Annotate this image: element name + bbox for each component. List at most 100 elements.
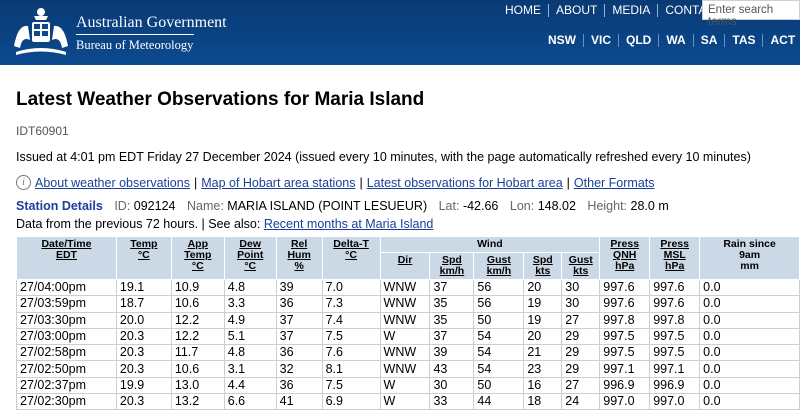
cell-gust-kts: 24 xyxy=(561,393,601,411)
cell-rel-hum: 36 xyxy=(275,295,323,313)
search-input[interactable]: Enter search terms xyxy=(702,0,800,28)
nav-home[interactable]: HOME xyxy=(498,4,549,17)
height-label: Height: xyxy=(587,199,628,213)
cell-datetime: 27/03:59pm xyxy=(16,295,117,313)
cell-dew-point: 3.3 xyxy=(223,295,277,313)
state-qld[interactable]: QLD xyxy=(619,34,660,47)
state-act[interactable]: ACT xyxy=(763,34,800,47)
col-press-qnh[interactable]: Press QNH hPa xyxy=(599,236,651,280)
cell-app-temp: 13.2 xyxy=(170,393,225,411)
cell-delta-t: 7.6 xyxy=(321,344,381,362)
separator: | xyxy=(359,175,363,190)
cell-gust-kts: 27 xyxy=(561,311,601,329)
cell-datetime: 27/04:00pm xyxy=(16,278,117,297)
cell-wind-dir: WNW xyxy=(379,295,431,313)
cell-press-qnh: 997.5 xyxy=(599,344,651,362)
cell-app-temp: 13.0 xyxy=(170,376,225,395)
col-temp[interactable]: Temp °C xyxy=(115,236,172,280)
state-wa[interactable]: WA xyxy=(659,34,694,47)
col-dew-point[interactable]: Dew Point °C xyxy=(223,236,277,280)
cell-dew-point: 6.6 xyxy=(223,393,277,411)
cell-press-qnh: 997.5 xyxy=(599,327,651,346)
table-row: 27/03:30pm 20.0 12.2 4.9 37 7.4 WNW 35 50 19 27 997… xyxy=(16,311,800,329)
cell-app-temp: 12.2 xyxy=(170,327,225,346)
cell-spd-kts: 20 xyxy=(523,278,563,297)
cell-rain: 0.0 xyxy=(699,327,800,346)
col-rel-hum[interactable]: Rel Hum% xyxy=(275,236,323,280)
col-wind-gust-kts[interactable]: Gust kts xyxy=(561,252,601,280)
cell-press-msl: 996.9 xyxy=(649,376,701,395)
state-vic[interactable]: VIC xyxy=(584,34,620,47)
issued-text: Issued at 4:01 pm EDT Friday 27 December… xyxy=(16,150,751,164)
table-row: 27/02:50pm 20.3 10.6 3.1 32 8.1 WNW 43 54 23 29 997… xyxy=(16,360,800,378)
col-datetime[interactable]: Date/Time EDT xyxy=(16,236,117,280)
state-sa[interactable]: SA xyxy=(694,34,726,47)
cell-rel-hum: 39 xyxy=(275,278,323,297)
link-hobart-observations[interactable]: Latest observations for Hobart area xyxy=(367,176,563,190)
col-wind-spd-kmh[interactable]: Spd km/h xyxy=(429,252,475,280)
nav-about[interactable]: ABOUT xyxy=(549,4,606,17)
state-tas[interactable]: TAS xyxy=(725,34,764,47)
table-row: 27/02:37pm 19.9 13.0 4.4 36 7.5 W 30 50 16 27 996.9… xyxy=(16,376,800,395)
observations-table: Date/Time EDT Temp °C App Temp °C Dew Point °C… xyxy=(16,236,800,411)
cell-spd-kts: 18 xyxy=(523,393,563,411)
cell-rain: 0.0 xyxy=(699,295,800,313)
cell-datetime: 27/02:37pm xyxy=(16,376,117,395)
cell-rain: 0.0 xyxy=(699,344,800,362)
separator: | xyxy=(566,175,570,190)
link-about-observations[interactable]: About weather observations xyxy=(35,176,190,190)
station-id: 092124 xyxy=(133,199,176,213)
cell-rel-hum: 36 xyxy=(275,376,323,395)
cell-rel-hum: 36 xyxy=(275,344,323,362)
link-other-formats[interactable]: Other Formats xyxy=(574,176,655,190)
lon-label: Lon: xyxy=(509,199,535,213)
cell-wind-dir: W xyxy=(379,376,431,395)
cell-rel-hum: 37 xyxy=(275,327,323,346)
col-app-temp[interactable]: App Temp °C xyxy=(170,236,225,280)
cell-rel-hum: 32 xyxy=(275,360,323,378)
cell-press-msl: 997.1 xyxy=(649,360,701,378)
cell-rain: 0.0 xyxy=(699,360,800,378)
station-details: Station Details ID: 092124 Name: MARIA I… xyxy=(16,199,677,213)
table-row: 27/03:00pm 20.3 12.2 5.1 37 7.5 W 37 54 20 29 997.5… xyxy=(16,327,800,346)
cell-press-msl: 997.8 xyxy=(649,311,701,329)
col-press-msl[interactable]: Press MSL hPa xyxy=(649,236,701,280)
cell-temp: 20.3 xyxy=(115,344,172,362)
agency-name[interactable]: Bureau of Meteorology xyxy=(76,38,193,53)
cell-rel-hum: 41 xyxy=(275,393,323,411)
nav-media[interactable]: MEDIA xyxy=(605,4,659,17)
col-wind-gust-kmh[interactable]: Gust km/h xyxy=(473,252,525,280)
table-row: 27/02:30pm 20.3 13.2 6.6 41 6.9 W 33 44 18 24 997.0… xyxy=(16,393,800,411)
cell-press-qnh: 997.6 xyxy=(599,278,651,297)
table-row: 27/03:59pm 18.7 10.6 3.3 36 7.3 WNW 35 56 19 30 997… xyxy=(16,295,800,313)
link-recent-months[interactable]: Recent months at Maria Island xyxy=(264,217,434,231)
cell-press-qnh: 997.0 xyxy=(599,393,651,411)
col-delta-t[interactable]: Delta-T °C xyxy=(321,236,381,280)
link-hobart-map[interactable]: Map of Hobart area stations xyxy=(201,176,355,190)
cell-app-temp: 10.9 xyxy=(170,278,225,297)
cell-temp: 20.3 xyxy=(115,393,172,411)
cell-wind-dir: WNW xyxy=(379,344,431,362)
cell-dew-point: 4.8 xyxy=(223,278,277,297)
cell-wind-dir: WNW xyxy=(379,311,431,329)
cell-rain: 0.0 xyxy=(699,311,800,329)
cell-gust-kmh: 56 xyxy=(473,278,525,297)
gov-title: Australian Government xyxy=(76,14,227,31)
cell-spd-kts: 20 xyxy=(523,327,563,346)
prev-text: Data from the previous 72 hours. | See a… xyxy=(16,217,264,231)
state-nsw[interactable]: NSW xyxy=(541,34,584,47)
cell-press-msl: 997.0 xyxy=(649,393,701,411)
cell-datetime: 27/02:58pm xyxy=(16,344,117,362)
col-wind-dir[interactable]: Dir xyxy=(379,252,431,280)
station-id-label: ID: xyxy=(114,199,131,213)
col-wind-spd-kts[interactable]: Spd kts xyxy=(523,252,563,280)
cell-press-msl: 997.5 xyxy=(649,327,701,346)
cell-spd-kmh: 35 xyxy=(429,295,475,313)
cell-delta-t: 8.1 xyxy=(321,360,381,378)
cell-spd-kmh: 33 xyxy=(429,393,475,411)
cell-gust-kts: 29 xyxy=(561,327,601,346)
cell-spd-kts: 19 xyxy=(523,311,563,329)
cell-app-temp: 10.6 xyxy=(170,295,225,313)
cell-gust-kmh: 54 xyxy=(473,327,525,346)
coat-of-arms-icon[interactable] xyxy=(10,6,72,58)
